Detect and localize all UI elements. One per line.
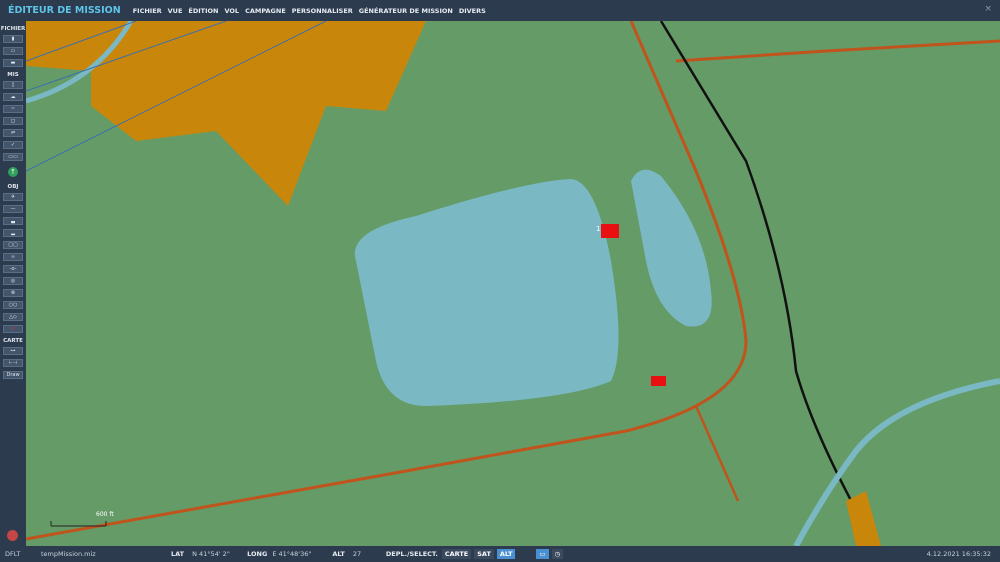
triggers-button[interactable]: ⇌ [3,129,23,137]
section-obj: OBJ [7,184,19,190]
aircraft-button[interactable]: ✈ [3,193,23,201]
app-title: ÉDITEUR DE MISSION [8,5,121,16]
map-mode-button[interactable]: CARTE [441,549,472,559]
ship-button[interactable]: ▂ [3,229,23,237]
alt-value: 27 [352,550,362,558]
alt-label: ALT [332,550,345,558]
shapes-button[interactable]: △◇ [3,313,23,321]
power-icon[interactable] [7,530,18,541]
menu-divers[interactable]: DIVERS [459,7,486,15]
goals-button[interactable]: ✓ [3,141,23,149]
lat-label: LAT [171,550,185,558]
file-name: tempMission.miz [41,550,96,558]
lat-value: N 41°54' 2" [192,550,230,558]
menu-fichier[interactable]: FICHIER [133,7,162,15]
status-bar: DFLT tempMission.miz LAT N 41°54' 2" LON… [0,546,1000,562]
measure-button[interactable]: ⊢⊣ [3,359,23,367]
alt-mode-button[interactable]: ALT [496,549,516,559]
map-canvas[interactable]: 1 600 ft [26,21,1000,546]
static-object-button[interactable]: ▢▢ [3,241,23,249]
static-object-marker[interactable] [651,376,666,386]
save-file-button[interactable]: ▬ [3,59,23,67]
trigger-zone-button[interactable]: ◻ [3,117,23,125]
section-fichier: FICHIER [0,26,26,32]
weather-button[interactable]: ☁ [3,93,23,101]
toolbar: FICHIER ▮ ▭ ▬ MIS ▯ ☁ ~ ◻ ⇌ ✓ ▭▭ ↑ OBJ ✈… [0,21,26,546]
menu-vol[interactable]: VOL [224,7,239,15]
template-button[interactable]: ∞ [3,253,23,261]
menu-bar: ÉDITEUR DE MISSION FICHIER VUE ÉDITION V… [0,0,1000,21]
section-carte: CARTE [3,338,23,344]
new-file-button[interactable]: ▮ [3,35,23,43]
menu-vue[interactable]: VUE [168,7,183,15]
formation-button[interactable]: ○○ [3,301,23,309]
waypoint-button[interactable]: -o- [3,265,23,273]
ground-unit-button[interactable]: ▃ [3,217,23,225]
fly-mission-button[interactable]: ↑ [8,167,18,177]
menu-generateur[interactable]: GÉNÉRATEUR DE MISSION [359,7,453,15]
clock-icon[interactable]: ◷ [551,549,564,559]
menu-campagne[interactable]: CAMPAGNE [245,7,286,15]
map-options-icon[interactable]: ▭ [536,549,549,559]
scale-label: 600 ft [96,511,114,518]
ruler-button[interactable]: ⊶ [3,347,23,355]
profile-dropdown[interactable]: DFLT [5,550,35,558]
menu-personnaliser[interactable]: PERSONNALISER [292,7,353,15]
delete-button[interactable]: ✕ [3,325,23,333]
resources-button[interactable]: ▭▭ [3,153,23,161]
unit-label: 1 [596,225,600,233]
route-button[interactable]: ~ [3,105,23,113]
unit-marker[interactable] [601,224,619,238]
section-mis: MIS [7,72,19,78]
briefing-button[interactable]: ▯ [3,81,23,89]
zone-button[interactable]: ◎ [3,277,23,285]
menu-edition[interactable]: ÉDITION [188,7,218,15]
long-value: E 41°48'36" [272,550,312,558]
datetime: 4.12.2021 16:35:32 [926,550,991,558]
draw-button[interactable]: Draw [3,371,23,379]
sat-mode-button[interactable]: SAT [474,549,494,559]
helicopter-button[interactable]: — [3,205,23,213]
long-label: LONG [247,550,268,558]
mode-label: DEPL./SELECT. [385,550,438,558]
open-file-button[interactable]: ▭ [3,47,23,55]
nav-point-button[interactable]: ⊗ [3,289,23,297]
close-button[interactable]: × [984,4,992,14]
